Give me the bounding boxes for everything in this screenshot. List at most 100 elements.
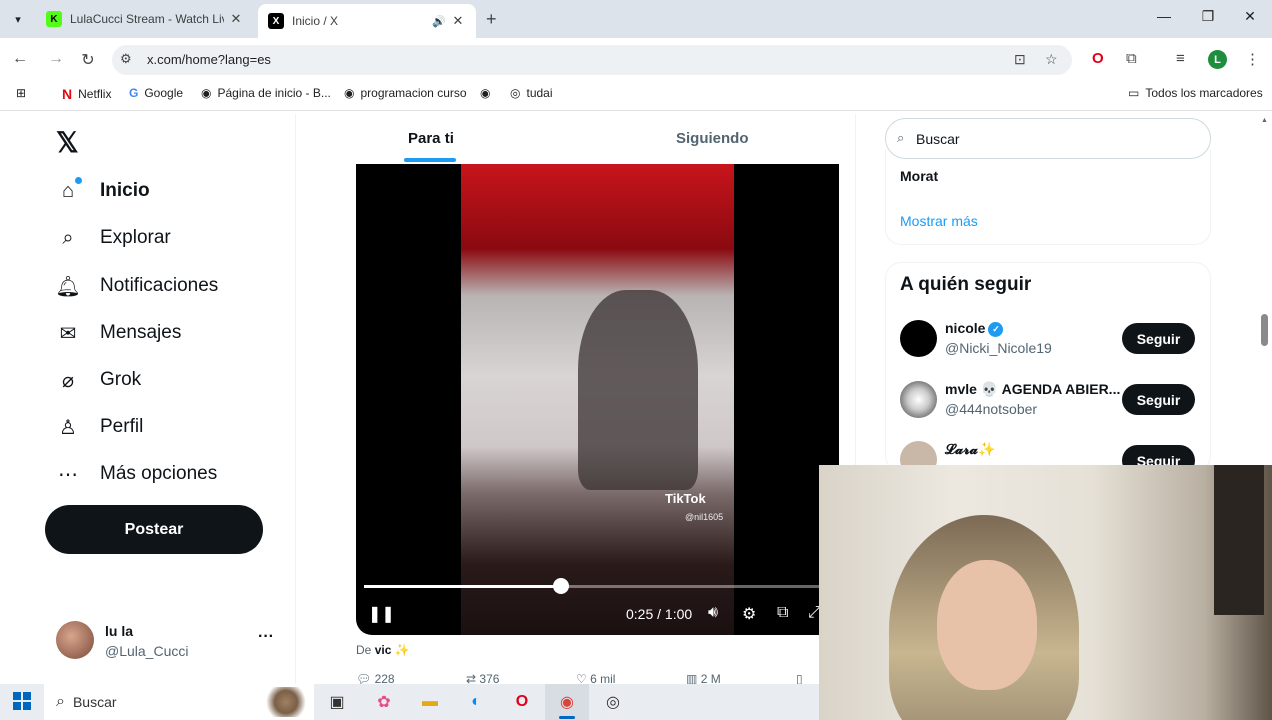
bookmark-star-icon[interactable]: ☆ xyxy=(1045,51,1058,68)
nav-perfil[interactable]: ♙ Perfil xyxy=(56,412,143,442)
apps-grid-icon[interactable]: ⊞ xyxy=(16,86,26,100)
extensions-puzzle-icon[interactable]: ⧉ xyxy=(1126,50,1137,67)
profile-name[interactable]: lu la xyxy=(105,623,133,639)
reload-button[interactable]: ↻ xyxy=(78,50,98,70)
bookmark-label: Google xyxy=(144,86,184,100)
bookmark-pagina-inicio[interactable]: ◉ Página de inicio - B... xyxy=(201,86,331,100)
trend-item[interactable]: Morat xyxy=(900,168,938,184)
bookmark-tudai[interactable]: ◎ tudai xyxy=(510,86,553,100)
close-icon[interactable]: ✕ xyxy=(228,11,244,27)
nav-label: Grok xyxy=(100,369,142,390)
avatar[interactable] xyxy=(56,621,94,659)
video-progress-bar[interactable] xyxy=(364,578,834,594)
tiktok-watermark: TikTok xyxy=(665,491,706,506)
webcam-overlay xyxy=(819,465,1272,720)
follow-button[interactable]: Seguir xyxy=(1122,384,1195,415)
avatar[interactable] xyxy=(900,381,937,418)
show-more-link[interactable]: Mostrar más xyxy=(900,213,978,229)
tab-search-chevron-icon[interactable]: ▾ xyxy=(8,9,28,29)
video-credit: De vic ✨ xyxy=(356,643,410,657)
profile-avatar[interactable]: L xyxy=(1208,50,1227,69)
tiktok-handle: @nil1605 xyxy=(685,512,724,522)
taskbar-search-text: Buscar xyxy=(72,694,117,710)
pause-icon[interactable]: ❚❚ xyxy=(368,604,395,624)
search-icon: ⌕ xyxy=(897,130,905,145)
nav-mas-opciones[interactable]: ⋯ Más opciones xyxy=(56,459,217,489)
bookmark-google[interactable]: G Google xyxy=(129,86,183,100)
scrollbar-thumb[interactable] xyxy=(1261,314,1268,346)
task-view-icon[interactable]: ▣ xyxy=(325,690,349,714)
nav-label: Notificaciones xyxy=(100,275,219,296)
suggestion-name[interactable]: mvle 💀 AGENDA ABIER... xyxy=(945,381,1120,398)
post-button[interactable]: Postear xyxy=(45,505,263,554)
tudai-icon: ◎ xyxy=(510,86,521,100)
suggestion-handle[interactable]: @444notsober xyxy=(945,401,1037,417)
restore-button[interactable]: ❐ xyxy=(1198,8,1218,25)
scroll-up-icon[interactable]: ▲ xyxy=(1261,117,1268,124)
nav-label: Más opciones xyxy=(100,463,218,484)
install-app-icon[interactable]: ⊡ xyxy=(1014,51,1026,68)
suggestion-name-text: nicole xyxy=(945,320,986,336)
globe-icon: ◉ xyxy=(201,86,212,100)
profile-handle[interactable]: @Lula_Cucci xyxy=(105,643,188,659)
feed-tabs xyxy=(296,114,855,164)
browser-tab-x[interactable]: X Inicio / X 🔊 ✕ xyxy=(258,4,476,38)
nav-grok[interactable]: ⌀ Grok xyxy=(56,365,141,395)
opera-extension-icon[interactable]: O xyxy=(1092,50,1104,67)
tab-title: LulaCucci Stream - Watch Live o xyxy=(70,12,224,26)
pip-icon[interactable]: ⧉ xyxy=(777,604,788,622)
new-tab-button[interactable]: + xyxy=(486,9,497,30)
volume-icon[interactable]: 🔊︎ xyxy=(708,604,718,622)
close-icon[interactable]: ✕ xyxy=(450,13,466,29)
x-logo-icon[interactable]: 𝕏 xyxy=(56,126,79,159)
person-face xyxy=(937,560,1037,690)
file-explorer-icon[interactable]: ▬ xyxy=(418,690,442,714)
search-placeholder[interactable]: Buscar xyxy=(916,131,960,147)
follow-button[interactable]: Seguir xyxy=(1122,323,1195,354)
settings-icon[interactable]: ⚙ xyxy=(742,604,756,624)
all-bookmarks[interactable]: ▭ Todos los marcadores xyxy=(1128,86,1263,100)
tab-siguiendo[interactable]: Siguiendo xyxy=(676,130,749,147)
more-icon[interactable]: ··· xyxy=(258,628,274,646)
back-button[interactable]: ← xyxy=(10,50,30,68)
site-info-icon[interactable]: ⚙ xyxy=(120,51,132,67)
suggestion-name[interactable]: 𝓛𝓪𝓻𝓪✨ xyxy=(945,441,995,458)
windows-start-icon[interactable] xyxy=(13,692,31,710)
copilot-icon[interactable]: ✿ xyxy=(372,690,396,714)
netflix-icon: N xyxy=(62,86,73,102)
nav-label: Inicio xyxy=(100,180,150,201)
google-icon: G xyxy=(129,86,139,100)
suggestion-handle[interactable]: @Nicki_Nicole19 xyxy=(945,340,1052,356)
url-text[interactable]: x.com/home?lang=es xyxy=(147,52,271,67)
credit-name[interactable]: vic ✨ xyxy=(375,643,410,657)
nav-inicio[interactable]: ⌂ Inicio xyxy=(56,176,150,206)
menu-kebab-icon[interactable]: ⋮ xyxy=(1245,50,1260,68)
audio-icon[interactable]: 🔊 xyxy=(432,15,446,28)
bookmark-programacion[interactable]: ◉ programacion curso xyxy=(344,86,467,100)
owl-search-highlight-icon[interactable] xyxy=(262,687,310,717)
bookmark-label: Todos los marcadores xyxy=(1145,86,1263,100)
suggestion-name[interactable]: nicole ✓ xyxy=(945,320,1004,337)
browser-tab-kick[interactable]: K LulaCucci Stream - Watch Live o ✕ xyxy=(36,4,254,34)
grok-icon: ⌀ xyxy=(61,369,75,392)
active-tab-indicator xyxy=(404,158,456,162)
nav-notificaciones[interactable]: 🔔︎ Notificaciones xyxy=(55,271,219,301)
minimize-button[interactable]: — xyxy=(1154,8,1174,24)
chrome-icon[interactable]: ◉ xyxy=(555,690,579,714)
bookmark-globe[interactable]: ◉ xyxy=(480,86,496,100)
tab-para-ti[interactable]: Para ti xyxy=(408,130,454,147)
folder-icon: ▭ xyxy=(1128,86,1140,100)
close-window-button[interactable]: ✕ xyxy=(1240,8,1260,25)
avatar[interactable] xyxy=(900,320,937,357)
edge-icon[interactable]: ◐ xyxy=(464,690,488,714)
search-icon: ⌕ xyxy=(56,693,65,710)
forward-button[interactable]: → xyxy=(46,50,66,68)
bookmark-label: programacion curso xyxy=(360,86,467,100)
nav-mensajes[interactable]: ✉ Mensajes xyxy=(56,318,182,348)
bookmark-netflix[interactable]: N Netflix xyxy=(62,86,111,102)
opera-icon[interactable]: O xyxy=(510,690,534,714)
nav-explorar[interactable]: ⌕ Explorar xyxy=(56,223,170,253)
media-control-icon[interactable]: ≡ xyxy=(1176,50,1185,67)
obs-icon[interactable]: ◎ xyxy=(601,690,625,714)
notification-dot xyxy=(75,177,82,184)
